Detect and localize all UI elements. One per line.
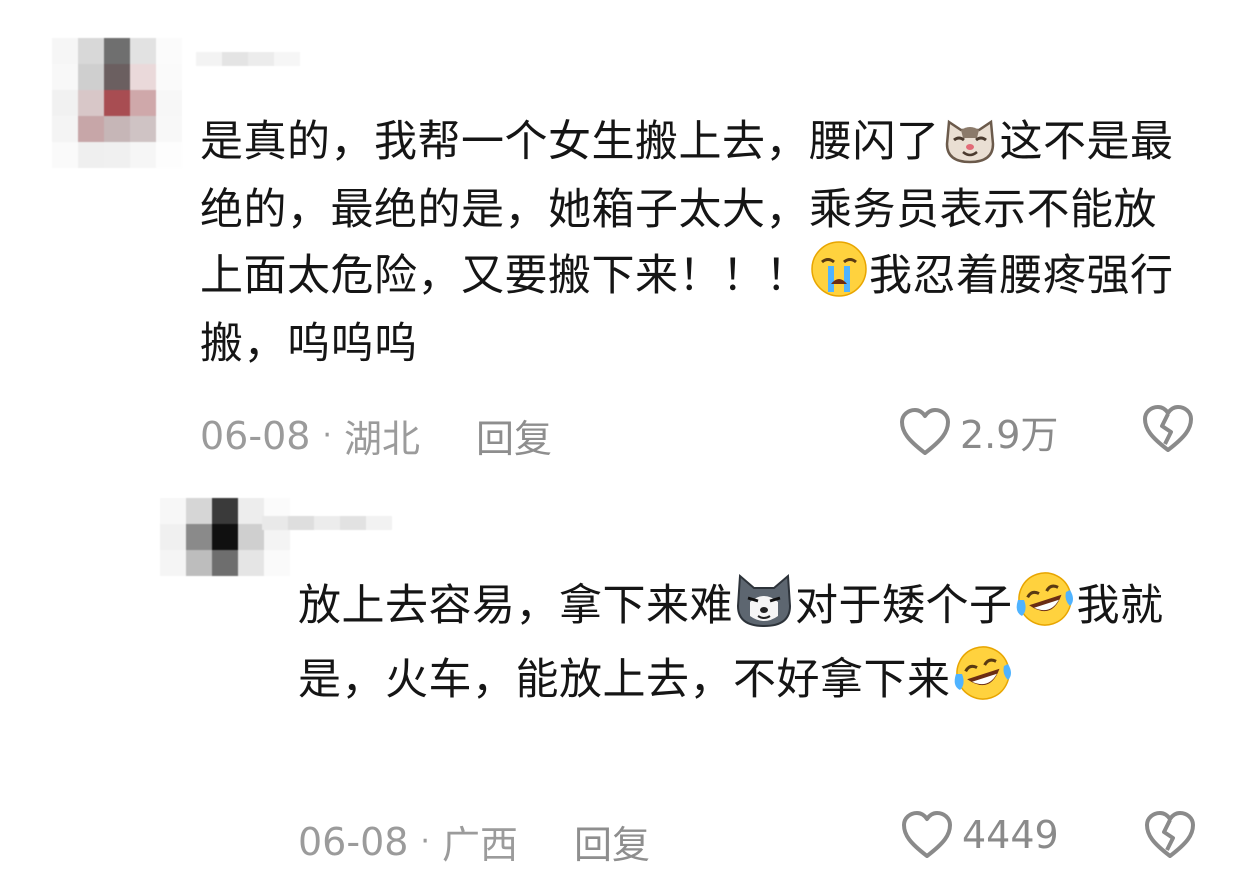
like-count: 2.9万 (960, 413, 1059, 457)
comment-text: 放上去容易，拿下来难 对于矮个子 我就是，火车，能放上去，不好拿下来 (298, 570, 1198, 718)
comment-location: 湖北 (343, 417, 420, 461)
laughing-crying-face-emoji (1014, 570, 1076, 644)
broken-heart-icon (1143, 405, 1193, 452)
heart-outline-icon (900, 407, 950, 455)
crying-face-emoji (810, 240, 868, 314)
avatar[interactable] (52, 38, 182, 168)
comment-text: 是真的，我帮一个女生搬上去，腰闪了 这不是最绝的，最绝的是，她箱子太大，乘务员表示… (200, 112, 1200, 374)
separator-dot: · (420, 824, 430, 859)
comment-date: 06-08 (200, 413, 311, 458)
comment-text-segment: 对于矮个子 (795, 581, 1013, 631)
heart-outline-icon (902, 811, 952, 858)
dislike-button[interactable] (1140, 404, 1196, 458)
comment-item: 是真的，我帮一个女生搬上去，腰闪了 这不是最绝的，最绝的是，她箱子太大，乘务员表示… (0, 0, 1260, 470)
comment-text-segment: 是真的，我帮一个女生搬上去，腰闪了 (200, 117, 940, 167)
cat-face-emoji (941, 114, 999, 180)
comment-date: 06-08 (298, 819, 409, 864)
username-redacted[interactable] (262, 516, 392, 530)
like-count: 4449 (962, 813, 1059, 857)
reply-comment-item: 放上去容易，拿下来难 对于矮个子 我就是，火车，能放上去，不好拿下来 06-08 ·… (0, 470, 1260, 878)
separator-dot: · (322, 418, 332, 453)
comment-meta: 06-08 · 湖北 回复 (200, 408, 552, 463)
reply-button[interactable]: 回复 (476, 408, 552, 463)
husky-dog-emoji (734, 572, 794, 644)
reply-button[interactable]: 回复 (574, 814, 650, 869)
comment-meta: 06-08 · 广西 回复 (298, 814, 650, 869)
broken-heart-icon (1145, 811, 1195, 858)
like-button[interactable]: 2.9万 (898, 404, 1058, 459)
avatar[interactable] (160, 498, 290, 576)
like-button[interactable]: 4449 (900, 810, 1059, 860)
laughing-crying-face-emoji (952, 644, 1014, 718)
username-redacted[interactable] (196, 52, 300, 66)
comment-text-segment: 放上去容易，拿下来难 (298, 581, 733, 631)
comment-location: 广西 (441, 823, 518, 867)
dislike-button[interactable] (1142, 810, 1198, 864)
